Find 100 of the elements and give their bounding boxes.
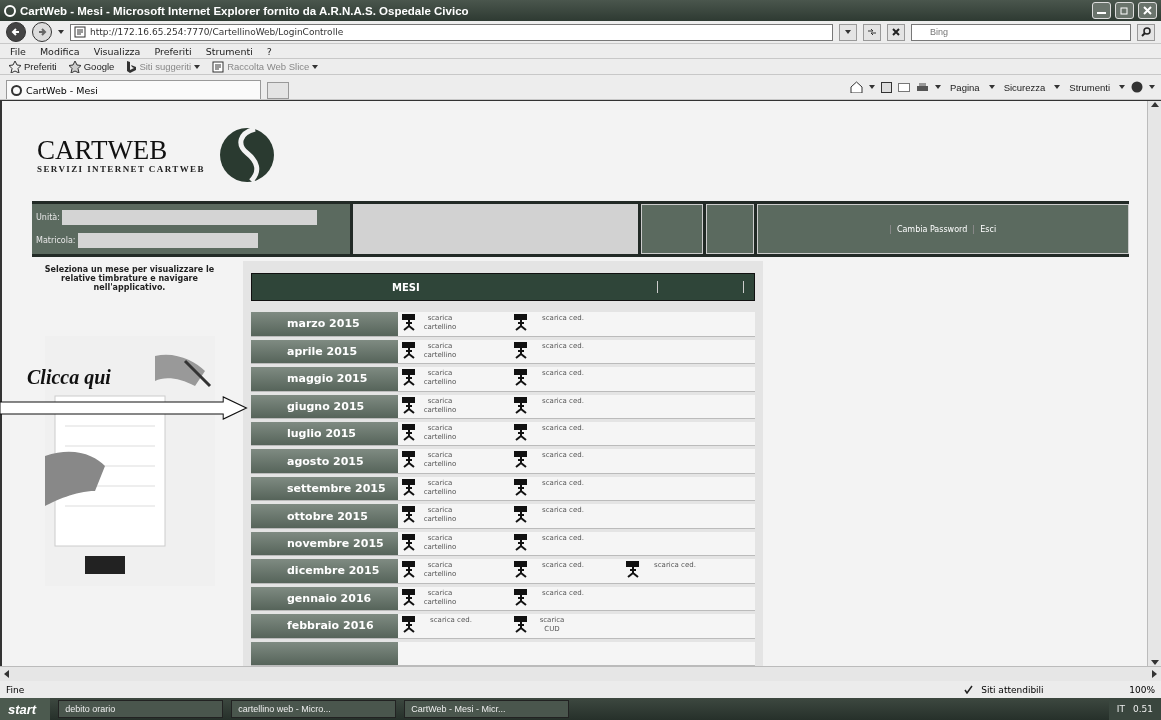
close-icon xyxy=(892,28,900,36)
month-button[interactable]: marzo 2015 xyxy=(251,312,398,336)
taskbar-button[interactable]: CartWeb - Mesi - Micr... xyxy=(404,700,570,718)
caret-icon xyxy=(1119,85,1125,89)
zoom-level[interactable]: 100% xyxy=(1129,684,1155,695)
month-button[interactable]: ottobre 2015 xyxy=(251,504,398,528)
brand-name: CARTWEB xyxy=(37,136,169,164)
security-zone: Siti attendibili xyxy=(981,684,1045,695)
pdf-icon xyxy=(514,588,530,607)
b-logo-icon xyxy=(126,60,137,73)
language-indicator[interactable]: IT xyxy=(1116,704,1125,714)
month-button[interactable]: dicembre 2015 xyxy=(251,559,398,583)
favorites-bar-item[interactable]: Google xyxy=(65,60,118,73)
caret-icon xyxy=(1054,85,1061,89)
refresh-button[interactable] xyxy=(863,23,881,41)
month-button[interactable]: novembre 2015 xyxy=(251,531,398,556)
caret-icon xyxy=(935,85,942,89)
taskbar-button[interactable]: cartellino web - Micro... xyxy=(231,700,397,718)
pdf-icon xyxy=(514,616,530,635)
printer-icon[interactable] xyxy=(916,81,930,93)
month-button[interactable]: aprile 2015 xyxy=(251,339,398,364)
command-menu[interactable]: Strumenti xyxy=(1066,81,1113,93)
taskbar-button[interactable]: debito orario xyxy=(58,700,224,718)
pdf-icon xyxy=(514,341,530,360)
close-icon xyxy=(1143,6,1152,15)
pdf-icon xyxy=(402,369,418,388)
header-panel xyxy=(706,204,754,254)
field-label: Matricola: xyxy=(36,236,76,245)
annotation-text: Clicca qui xyxy=(27,366,111,389)
month-button[interactable]: giugno 2015 xyxy=(251,394,398,418)
pdf-icon xyxy=(402,616,418,635)
check-icon xyxy=(964,685,974,694)
month-button[interactable]: agosto 2015 xyxy=(251,449,398,473)
pdf-icon xyxy=(626,561,642,580)
pdf-icon xyxy=(402,341,418,360)
caret-icon xyxy=(869,85,876,89)
month-button[interactable]: settembre 2015 xyxy=(251,476,398,501)
pdf-icon xyxy=(402,533,418,552)
favorites-bar-item[interactable]: Preferiti xyxy=(6,60,60,73)
page-icon xyxy=(74,26,86,38)
brand-subtitle: SERVIZI INTERNET CARTWEB xyxy=(37,163,205,174)
header-link[interactable]: Cambia Password xyxy=(889,224,968,234)
menu-item[interactable]: Preferiti xyxy=(150,45,196,57)
pdf-icon xyxy=(402,478,418,497)
scroll-left-icon[interactable] xyxy=(3,670,11,678)
month-button[interactable]: febbraio 2016 xyxy=(251,614,398,638)
logo-icon xyxy=(218,127,275,183)
stop-button[interactable] xyxy=(887,23,905,41)
refresh-icon xyxy=(867,27,877,37)
minimize-button[interactable] xyxy=(1092,2,1111,19)
pdf-icon xyxy=(514,506,530,525)
pdf-icon xyxy=(402,451,418,470)
instructions-text: Seleziona un mese per visualizzare le relative timbrature e navigare nell'applicativo. xyxy=(43,265,216,292)
caret-icon xyxy=(1149,85,1155,89)
pdf-icon xyxy=(402,561,418,580)
command-menu[interactable]: Pagina xyxy=(947,81,983,93)
mail-icon[interactable] xyxy=(898,82,911,92)
forward-arrow-icon xyxy=(37,27,47,37)
search-field[interactable]: Bing xyxy=(911,23,1131,41)
pdf-icon xyxy=(402,424,418,442)
restore-button[interactable] xyxy=(1115,2,1134,19)
address-field[interactable]: http://172.16.65.254:7770/CartellinoWeb/LoginControlle xyxy=(70,23,833,41)
forward-button[interactable] xyxy=(32,22,52,42)
caret-icon xyxy=(988,85,995,89)
command-menu[interactable]: Sicurezza xyxy=(1000,81,1049,93)
menu-item[interactable]: Strumenti xyxy=(201,45,257,57)
restore-icon xyxy=(1120,6,1129,15)
header-panel xyxy=(641,204,703,254)
caret-icon xyxy=(312,64,319,69)
back-arrow-icon xyxy=(11,27,21,37)
close-button[interactable] xyxy=(1138,2,1157,19)
menu-item[interactable]: File xyxy=(6,45,30,57)
caret-icon xyxy=(845,30,851,34)
month-button[interactable]: gennaio 2016 xyxy=(251,586,398,611)
pdf-icon xyxy=(514,451,530,470)
browser-tab[interactable]: CartWeb - Mesi xyxy=(6,80,261,99)
page-icon xyxy=(212,60,225,73)
home-icon[interactable] xyxy=(850,81,864,93)
pdf-icon xyxy=(514,533,530,552)
back-button[interactable] xyxy=(6,22,26,42)
pdf-icon xyxy=(514,478,530,497)
pdf-icon xyxy=(514,314,530,333)
scroll-right-icon[interactable] xyxy=(1150,670,1158,678)
header-link[interactable]: Esci xyxy=(973,224,997,234)
pdf-icon xyxy=(514,424,530,442)
menu-item[interactable]: Visualizza xyxy=(89,45,145,57)
status-text: Fine xyxy=(6,684,26,695)
caret-icon xyxy=(194,64,201,69)
menu-item[interactable]: Modifica xyxy=(35,45,84,57)
dropdown-button[interactable] xyxy=(839,23,857,41)
month-button[interactable] xyxy=(251,641,398,665)
pdf-icon xyxy=(514,396,530,415)
window-title: CartWeb - Mesi - Microsoft Internet Explorer fornito da A.R.N.A.S. Ospedale Civico xyxy=(20,4,470,17)
start-button[interactable]: start xyxy=(0,698,51,720)
field-label: Unità: xyxy=(36,213,60,222)
month-button[interactable]: maggio 2015 xyxy=(251,367,398,391)
month-button[interactable]: luglio 2015 xyxy=(251,422,398,446)
menu-item[interactable]: ? xyxy=(262,45,276,57)
search-button[interactable] xyxy=(1137,23,1155,41)
clock: 0.51 xyxy=(1132,704,1153,714)
